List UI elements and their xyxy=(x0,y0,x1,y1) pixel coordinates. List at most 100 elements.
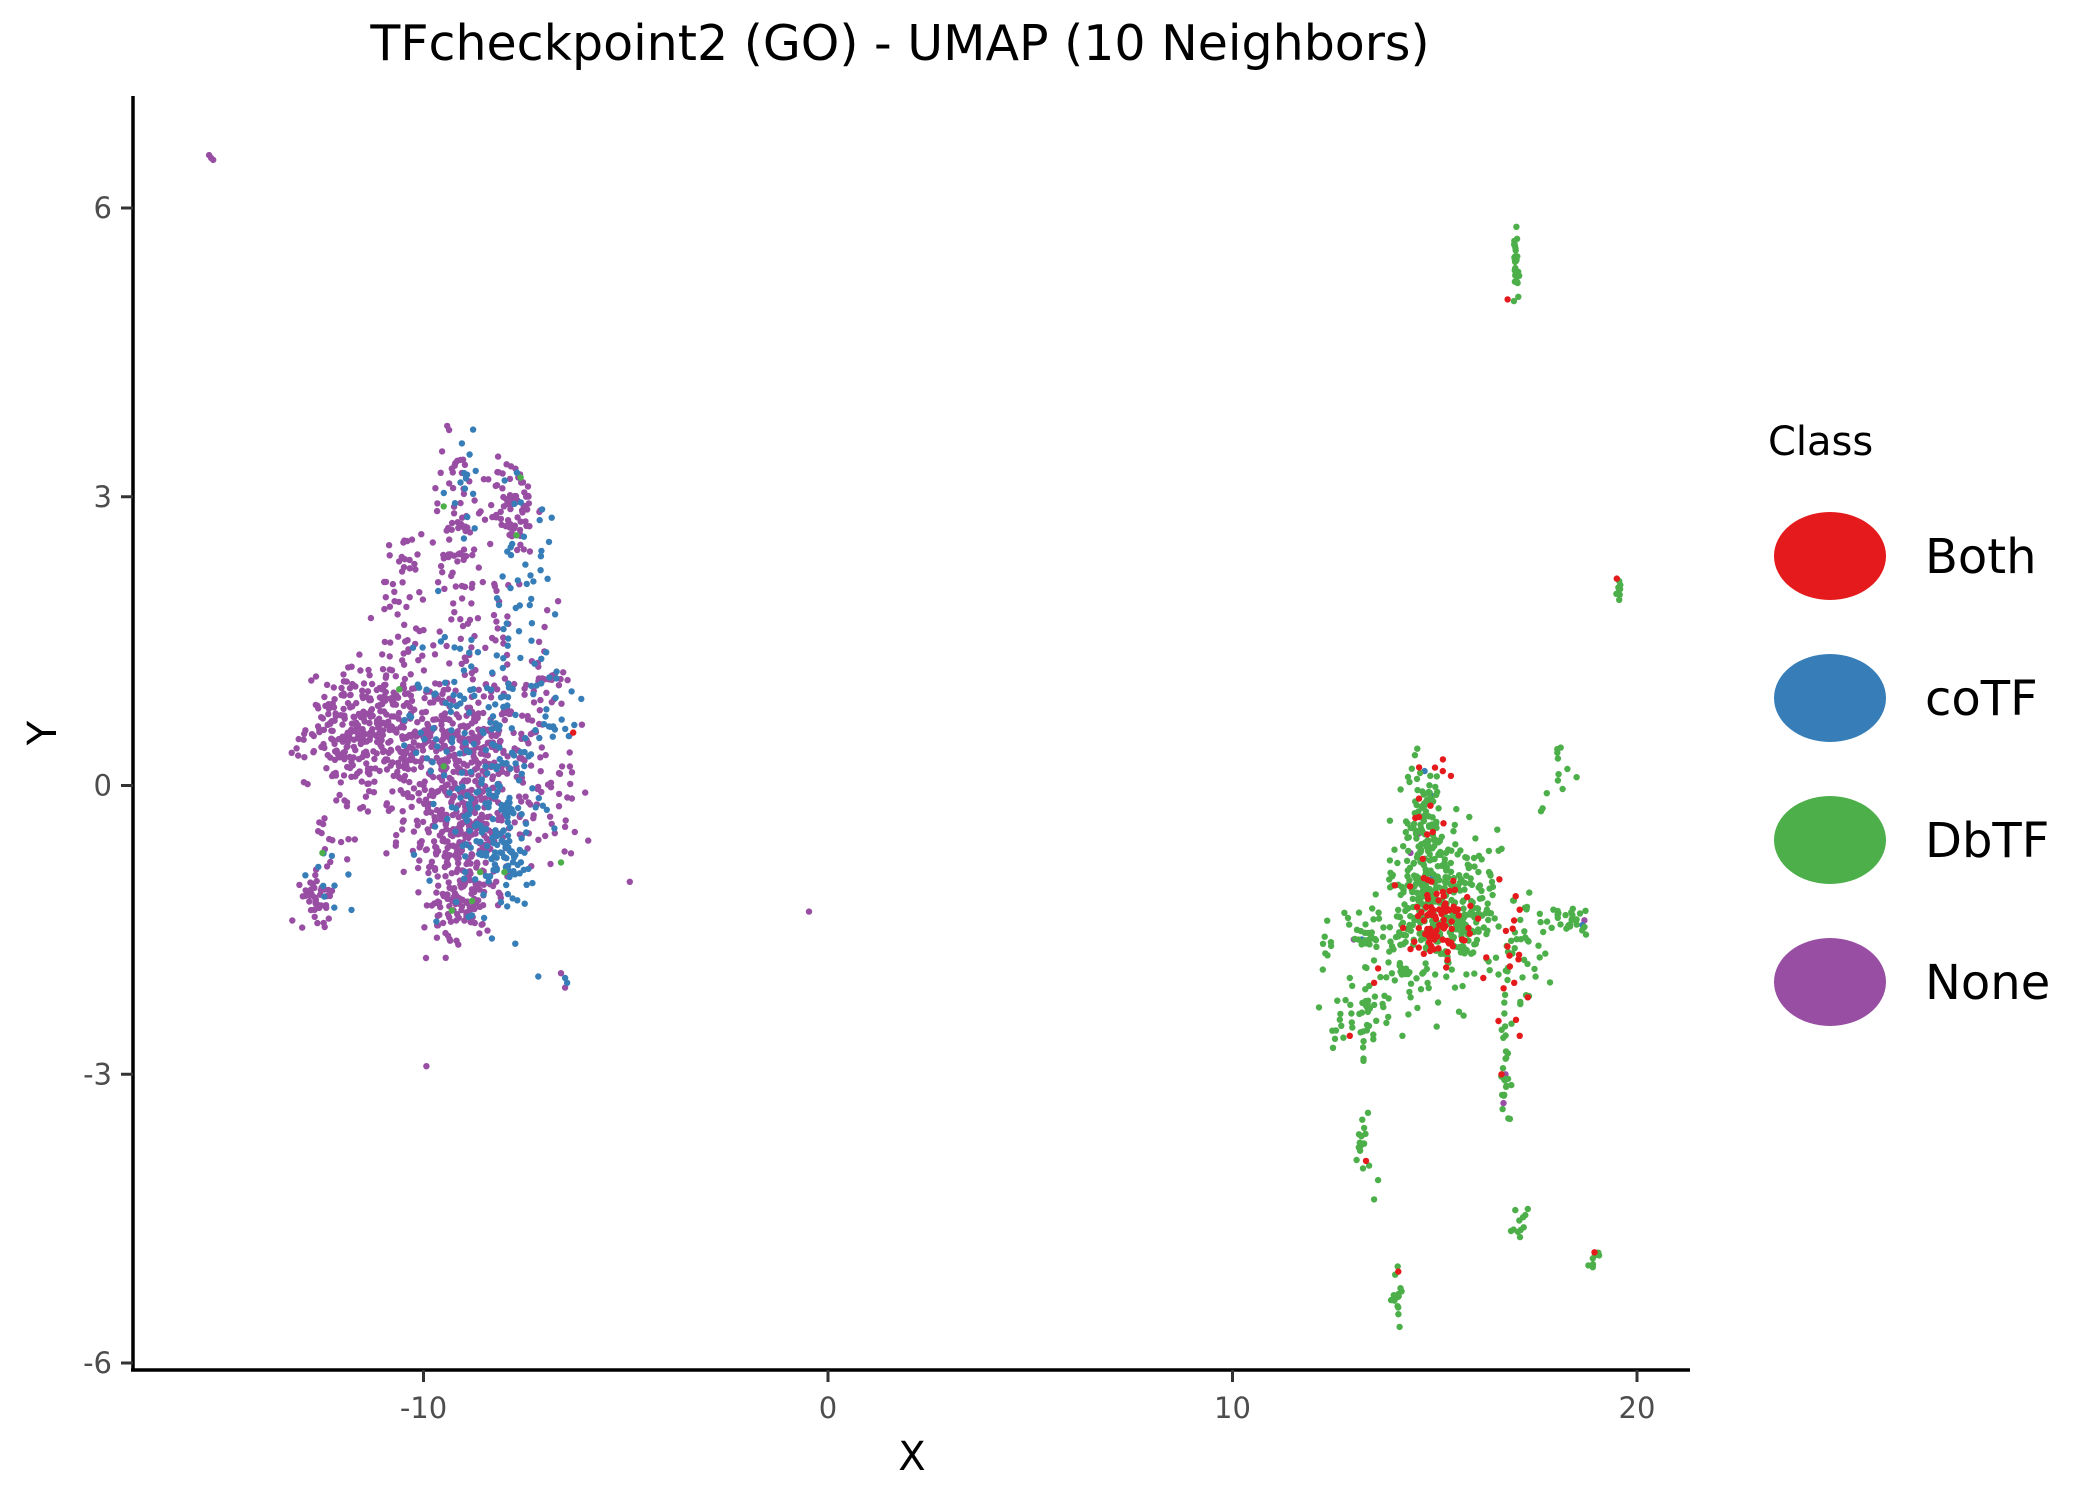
data-point-none xyxy=(434,500,441,507)
data-point-cotf xyxy=(504,903,511,910)
data-point-cotf xyxy=(496,722,503,729)
data-point-cotf xyxy=(528,620,536,627)
data-point-none xyxy=(367,713,374,720)
data-point-none xyxy=(443,642,450,650)
data-point-cotf xyxy=(460,875,468,882)
data-point-dbtf xyxy=(1361,929,1369,936)
data-point-cotf xyxy=(536,734,543,742)
data-point-none xyxy=(499,768,506,775)
data-point-dbtf xyxy=(1406,988,1413,996)
data-point-none xyxy=(454,865,461,873)
data-point-dbtf xyxy=(1418,841,1425,848)
data-point-none xyxy=(364,808,372,815)
data-point-cotf xyxy=(542,713,549,720)
data-point-cotf xyxy=(412,749,420,756)
data-point-cotf xyxy=(552,694,559,701)
data-point-none xyxy=(394,759,402,766)
legend-swatch-dbtf xyxy=(1774,796,1886,884)
data-point-cotf xyxy=(456,750,463,757)
data-point-dbtf xyxy=(1569,905,1577,912)
data-point-none xyxy=(428,902,436,909)
data-point-dbtf xyxy=(1468,881,1476,888)
data-point-dbtf xyxy=(1582,907,1589,914)
data-point-dbtf xyxy=(1383,1019,1390,1027)
data-point-cotf xyxy=(472,467,479,475)
data-point-none xyxy=(400,790,407,797)
data-point-dbtf xyxy=(1373,943,1380,950)
data-point-none xyxy=(469,551,476,559)
data-point-cotf xyxy=(493,595,501,602)
data-point-dbtf xyxy=(1557,921,1564,928)
data-point-both xyxy=(1458,936,1466,943)
data-point-dbtf xyxy=(1413,775,1421,783)
data-point-dbtf xyxy=(1489,891,1496,899)
data-point-both xyxy=(1524,994,1532,1001)
data-point-none xyxy=(345,836,352,843)
data-point-none xyxy=(388,805,395,812)
data-point-none xyxy=(330,684,337,691)
data-point-none xyxy=(412,758,419,765)
data-point-none xyxy=(464,777,472,784)
data-point-none xyxy=(339,721,346,728)
data-point-dbtf xyxy=(1573,774,1580,781)
data-point-none xyxy=(499,470,506,477)
data-point-both xyxy=(1511,979,1518,986)
data-point-none xyxy=(496,738,504,745)
data-point-none xyxy=(392,701,400,708)
data-point-none xyxy=(311,913,318,920)
data-point-dbtf xyxy=(1536,910,1544,917)
data-point-dbtf xyxy=(1373,1017,1380,1024)
legend-swatch-cotf xyxy=(1774,654,1886,742)
data-point-none xyxy=(479,814,486,821)
data-point-dbtf xyxy=(1453,805,1460,813)
data-point-none xyxy=(564,794,571,801)
data-point-dbtf xyxy=(1471,863,1478,870)
data-point-dbtf xyxy=(1391,846,1398,853)
x-axis-title: X xyxy=(898,1434,925,1480)
data-point-none xyxy=(416,589,423,596)
data-point-none xyxy=(485,476,492,483)
data-point-dbtf xyxy=(1399,1032,1406,1040)
data-point-none xyxy=(315,705,322,712)
data-point-none xyxy=(382,594,389,601)
data-point-cotf xyxy=(522,734,529,742)
data-point-cotf xyxy=(472,876,479,883)
data-point-dbtf xyxy=(1488,878,1496,886)
data-point-dbtf xyxy=(1336,1016,1344,1023)
data-point-cotf xyxy=(523,881,530,888)
data-point-none xyxy=(351,836,358,843)
data-point-cotf xyxy=(528,637,535,644)
data-point-dbtf xyxy=(1456,879,1463,887)
data-point-both xyxy=(1414,912,1422,920)
data-point-cotf xyxy=(512,604,519,612)
data-point-none xyxy=(511,819,518,826)
data-point-none xyxy=(330,704,338,711)
data-point-cotf xyxy=(433,918,440,925)
data-point-cotf xyxy=(451,500,459,507)
data-point-none xyxy=(626,878,633,885)
data-point-none xyxy=(471,497,478,504)
data-point-none xyxy=(446,660,453,667)
data-point-dbtf xyxy=(1359,1044,1367,1051)
data-point-none xyxy=(389,788,396,795)
data-point-none xyxy=(357,667,364,674)
data-point-both xyxy=(1413,903,1421,911)
data-point-cotf xyxy=(499,573,506,580)
data-point-both xyxy=(1498,1071,1505,1078)
data-point-cotf xyxy=(505,684,513,691)
data-point-dbtf xyxy=(1432,783,1439,791)
data-point-none xyxy=(413,817,421,824)
data-point-none xyxy=(479,578,486,586)
legend-label-both: Both xyxy=(1925,529,2037,585)
data-point-none xyxy=(453,937,460,944)
data-point-none xyxy=(395,709,403,717)
data-point-none xyxy=(399,748,406,756)
data-point-none xyxy=(448,616,455,623)
data-point-none xyxy=(555,790,563,798)
data-point-none xyxy=(458,582,466,590)
data-point-none xyxy=(432,485,439,492)
data-point-none xyxy=(424,826,431,833)
data-point-none xyxy=(489,513,496,521)
data-point-none xyxy=(371,778,378,785)
data-point-dbtf xyxy=(1437,851,1445,858)
